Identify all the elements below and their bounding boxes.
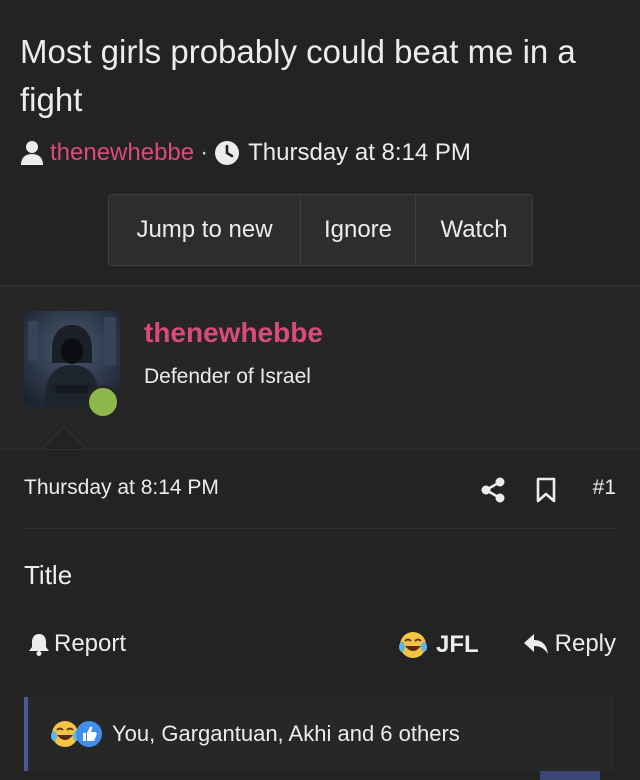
next-element-edge <box>540 771 600 780</box>
reaction-label: JFL <box>436 631 479 658</box>
clock-icon <box>215 141 240 165</box>
reactions-summary-text: You, Gargantuan, Akhi and 6 others <box>112 721 460 746</box>
reactions-summary-bar[interactable]: You, Gargantuan, Akhi and 6 others <box>24 697 614 771</box>
post-user-block: thenewhebbe Defender of Israel <box>0 287 640 449</box>
report-label: Report <box>54 630 127 657</box>
post-username-link[interactable]: thenewhebbe <box>144 317 323 349</box>
report-button[interactable]: Report <box>28 630 126 658</box>
online-status-indicator <box>86 385 120 419</box>
post-action-row: Report JFL Reply <box>24 630 616 664</box>
ignore-button[interactable]: Ignore <box>301 195 416 265</box>
bookmark-icon[interactable] <box>534 476 558 504</box>
post-header: Thursday at 8:14 PM #1 <box>24 476 616 504</box>
reply-icon <box>523 634 548 654</box>
bell-icon <box>29 634 49 656</box>
thread-meta: thenewhebbe · Thursday at 8:14 PM <box>20 138 620 168</box>
jump-to-new-button[interactable]: Jump to new <box>109 195 301 265</box>
meta-separator: · <box>200 139 209 166</box>
thread-action-buttons: Jump to new Ignore Watch <box>108 194 533 266</box>
post-body: Title <box>24 560 73 590</box>
reply-label: Reply <box>554 630 616 657</box>
post-divider <box>0 449 640 450</box>
user-icon <box>21 141 43 165</box>
react-button[interactable]: JFL <box>398 630 479 660</box>
post-date-link[interactable]: Thursday at 8:14 PM <box>24 476 219 500</box>
user-title: Defender of Israel <box>144 365 311 388</box>
share-icon[interactable] <box>480 476 506 504</box>
reaction-icons <box>50 719 104 749</box>
post-header-divider <box>24 528 616 529</box>
laughing-crying-icon <box>399 632 427 658</box>
thread-author-link[interactable]: thenewhebbe <box>50 139 194 167</box>
post-number-link[interactable]: #1 <box>593 476 616 500</box>
reply-button[interactable]: Reply <box>523 630 616 658</box>
user-block-pointer-inner <box>42 428 86 450</box>
watch-button[interactable]: Watch <box>416 195 532 265</box>
thumbs-up-icon <box>76 721 102 747</box>
thread-date[interactable]: Thursday at 8:14 PM <box>248 139 471 167</box>
thread-title: Most girls probably could beat me in a f… <box>20 33 576 118</box>
